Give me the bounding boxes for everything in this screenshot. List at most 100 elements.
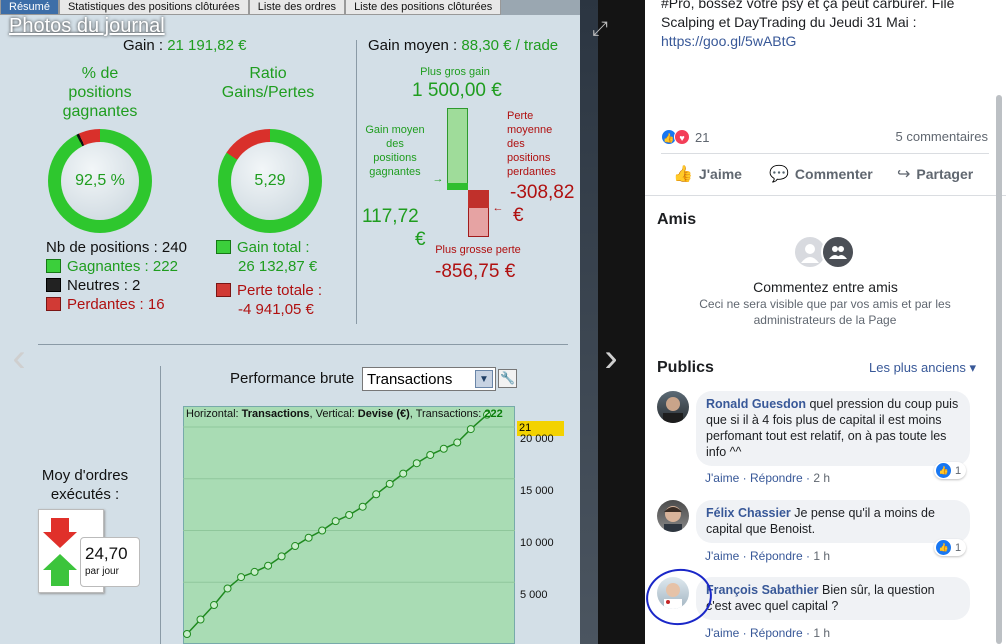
tab-resume: Résumé xyxy=(0,0,59,15)
thumbs-up-icon: 👍 xyxy=(673,166,693,183)
data-point xyxy=(399,469,408,478)
post-panel: #Pro, bossez votre psy et ça peut carbur… xyxy=(645,0,1006,644)
avatar[interactable] xyxy=(657,391,689,423)
friends-title: Amis xyxy=(657,211,697,228)
chart-header: Horizontal: Transactions, Vertical: Devi… xyxy=(186,408,503,420)
plus-gros-gain-label: Plus gros gain xyxy=(420,66,490,78)
y-tick-label: 15 000 xyxy=(520,485,554,497)
comment-reply-link[interactable]: Répondre xyxy=(750,626,803,640)
comment-actions: J'aime · Répondre · 2 h xyxy=(705,471,831,485)
share-button[interactable]: ↪ Partager xyxy=(897,164,973,184)
plus-grosse-perte-label: Plus grosse perte xyxy=(435,244,521,256)
data-point xyxy=(291,542,300,551)
data-point xyxy=(412,459,421,468)
perdantes-row: Perdantes : 16 xyxy=(46,296,165,313)
next-photo-button[interactable]: › xyxy=(596,338,626,382)
pct-gagnantes-donut: 92,5 % xyxy=(48,129,152,233)
comment-button[interactable]: 💬 Commenter xyxy=(769,164,873,184)
caret-down-icon: ▾ xyxy=(969,360,976,375)
comment-author[interactable]: Félix Chassier xyxy=(706,506,791,520)
plus-gros-gain-value: 1 500,00 € xyxy=(412,80,502,101)
comment-like-link[interactable]: J'aime xyxy=(705,626,739,640)
tab-liste-ordres: Liste des ordres xyxy=(248,0,346,15)
data-point xyxy=(250,567,259,576)
reactions-summary[interactable]: 👍 ♥ 21 xyxy=(661,129,709,145)
gain-total-value: 26 132,87 € xyxy=(238,258,318,275)
perte-moyenne-bar xyxy=(468,190,489,208)
album-link[interactable]: Photos du journal xyxy=(9,15,165,38)
thumbs-up-icon: 👍 xyxy=(936,463,951,478)
data-point xyxy=(196,615,205,624)
post-text: #Pro, bossez votre psy et ça peut carbur… xyxy=(661,0,981,51)
expand-icon[interactable]: ⤢ xyxy=(592,18,614,40)
like-button[interactable]: 👍 J'aime xyxy=(673,164,742,184)
post-link[interactable]: https://goo.gl/5wABtG xyxy=(661,32,981,51)
moy-ordres-value-box: 24,70 par jour xyxy=(80,537,140,587)
friends-sub-text: Ceci ne sera visible que par vos amis et… xyxy=(699,297,951,327)
y-tick-label: 5 000 xyxy=(520,589,548,601)
comment-reply-link[interactable]: Répondre xyxy=(750,471,803,485)
scrollbar[interactable] xyxy=(996,95,1002,644)
comment-bubble: François Sabathier Bien sûr, la question… xyxy=(696,577,970,620)
data-point xyxy=(426,450,435,459)
divider xyxy=(645,195,1006,196)
comment-like-badge[interactable]: 👍 1 xyxy=(934,462,967,479)
comment-bubble: Ronald Guesdon quel pression du coup pui… xyxy=(696,391,970,466)
data-point xyxy=(331,517,340,526)
y-tick-label: 20 000 xyxy=(520,433,554,445)
comment-author[interactable]: François Sabathier xyxy=(706,583,819,597)
data-point xyxy=(264,561,273,570)
avatar[interactable] xyxy=(657,500,689,532)
data-point xyxy=(453,438,462,447)
comments-count[interactable]: 5 commentaires xyxy=(896,129,988,144)
gain-moyen-unit: € xyxy=(415,229,426,250)
gain-moyen-positions-label: Gain moyen des positions gagnantes xyxy=(365,124,425,178)
gain-summary: Gain : 21 191,82 € xyxy=(123,37,246,54)
comment-time: 1 h xyxy=(813,626,831,640)
trading-statistics-screenshot: Résumé Statistiques des positions clôtur… xyxy=(0,0,580,644)
data-point xyxy=(466,425,475,434)
moy-ordres-unit: par jour xyxy=(85,566,119,577)
comment-like-link[interactable]: J'aime xyxy=(705,471,739,485)
stats-tabs: Résumé Statistiques des positions clôtur… xyxy=(0,0,580,15)
divider xyxy=(160,366,161,644)
sort-dropdown[interactable]: Les plus anciens ▾ xyxy=(869,360,976,376)
arrow-right-icon: → xyxy=(432,173,444,185)
data-point xyxy=(372,490,381,499)
legend-square xyxy=(46,297,61,311)
comment-author[interactable]: Ronald Guesdon xyxy=(706,397,806,411)
comment-reply-link[interactable]: Répondre xyxy=(750,549,803,563)
photo-background-strip xyxy=(580,0,645,644)
ratio-value: 5,29 xyxy=(231,142,309,220)
publics-title: Publics xyxy=(657,359,714,376)
data-point xyxy=(318,526,327,535)
photo-viewer: Résumé Statistiques des positions clôtur… xyxy=(0,0,645,644)
gagnantes-row: Gagnantes : 222 xyxy=(46,258,178,275)
gain-value: 21 191,82 € xyxy=(167,37,247,54)
arrow-left-icon: ← xyxy=(492,202,504,214)
divider xyxy=(38,344,568,345)
plus-grosse-perte-value: -856,75 € xyxy=(435,261,516,282)
gain-moyen-summary: Gain moyen : 88,30 € / trade xyxy=(368,37,558,54)
gain-total-row: Gain total : xyxy=(216,239,310,256)
data-point xyxy=(345,510,354,519)
comment: Ronald Guesdon quel pression du coup pui… xyxy=(657,391,987,486)
neutres-row: Neutres : 2 xyxy=(46,277,140,294)
comment: Félix Chassier Je pense qu'il a moins de… xyxy=(657,500,987,564)
performance-chart xyxy=(183,410,515,638)
comment-like-badge[interactable]: 👍 1 xyxy=(934,539,967,556)
gain-moyen-bar xyxy=(447,183,468,190)
divider xyxy=(356,40,357,324)
tab-liste-positions: Liste des positions clôturées xyxy=(345,0,502,15)
screen: Résumé Statistiques des positions clôtur… xyxy=(0,0,1006,644)
nb-positions: Nb de positions : 240 xyxy=(46,239,187,256)
previous-photo-button[interactable]: ‹ xyxy=(4,338,34,382)
wrench-icon: 🔧 xyxy=(498,369,517,388)
gain-moyen-value: 117,72 xyxy=(362,206,419,227)
perte-moyenne-value: -308,82 xyxy=(510,182,575,203)
tab-statistiques: Statistiques des positions clôturées xyxy=(58,0,249,15)
data-point xyxy=(304,533,313,542)
comment-like-link[interactable]: J'aime xyxy=(705,549,739,563)
perte-moyenne-positions-label: Perte moyenne des positions perdantes xyxy=(507,110,556,178)
data-point xyxy=(183,630,191,638)
